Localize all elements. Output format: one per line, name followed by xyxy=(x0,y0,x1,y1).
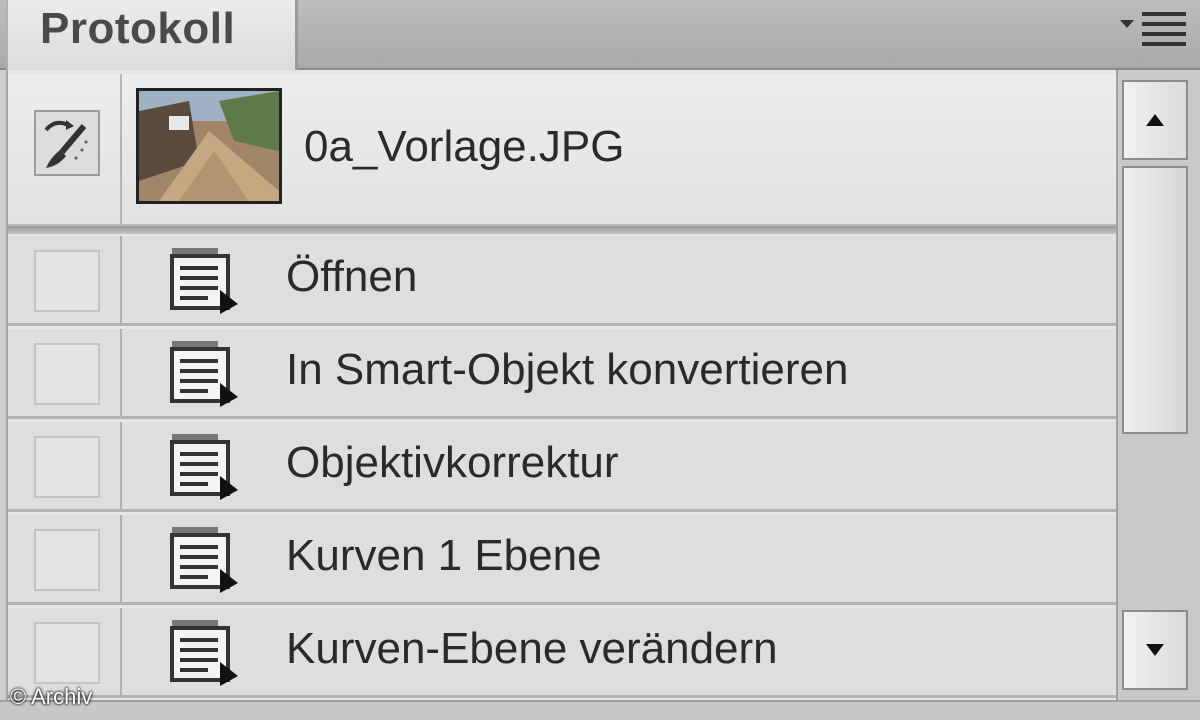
column-divider xyxy=(120,236,122,323)
brush-source-box[interactable] xyxy=(34,343,100,405)
column-divider xyxy=(120,515,122,602)
arrow-up-icon xyxy=(1146,114,1164,126)
snapshot-thumbnail xyxy=(136,88,282,204)
image-credit: © Archiv xyxy=(10,684,93,709)
history-step-label: Öffnen xyxy=(286,252,418,301)
history-step[interactable]: Objektivkorrektur xyxy=(8,422,1118,512)
panel-footer xyxy=(0,700,1200,720)
history-brush-icon xyxy=(44,120,88,168)
history-step-label: Kurven-Ebene verändern xyxy=(286,624,778,673)
history-step[interactable]: Kurven-Ebene verändern xyxy=(8,608,1118,698)
brush-source-box[interactable] xyxy=(34,250,100,312)
column-divider xyxy=(120,74,122,224)
panel-menu-icon[interactable] xyxy=(1116,8,1192,48)
scroll-thumb[interactable] xyxy=(1122,166,1188,434)
history-step[interactable]: Kurven 1 Ebene xyxy=(8,515,1118,605)
brush-source-box[interactable] xyxy=(34,436,100,498)
history-brush-source[interactable] xyxy=(34,110,100,176)
history-state-icon xyxy=(170,341,238,407)
history-step-label: Objektivkorrektur xyxy=(286,438,619,487)
scroll-down-button[interactable] xyxy=(1122,610,1188,690)
history-list: 0a_Vorlage.JPG Öffnen In Smart-Objekt ko… xyxy=(6,70,1118,700)
arrow-down-icon xyxy=(1146,644,1164,656)
scroll-up-button[interactable] xyxy=(1122,80,1188,160)
tab-title: Protokoll xyxy=(40,4,236,53)
history-step[interactable]: In Smart-Objekt konvertieren xyxy=(8,329,1118,419)
snapshot-separator xyxy=(8,226,1118,234)
tab-protokoll[interactable]: Protokoll xyxy=(6,0,298,70)
history-step[interactable]: Öffnen xyxy=(8,236,1118,326)
history-step-label: In Smart-Objekt konvertieren xyxy=(286,345,849,394)
history-state-icon xyxy=(170,527,238,593)
panel-tab-bar: Protokoll xyxy=(0,0,1200,70)
history-panel: Protokoll 0a_Vorlage.JPG Öffnen In Smart… xyxy=(0,0,1200,720)
brush-source-box[interactable] xyxy=(34,622,100,684)
snapshot-label: 0a_Vorlage.JPG xyxy=(304,122,625,171)
history-state-icon xyxy=(170,434,238,500)
history-state-icon xyxy=(170,248,238,314)
column-divider xyxy=(120,329,122,416)
snapshot-row[interactable]: 0a_Vorlage.JPG xyxy=(8,74,1118,226)
column-divider xyxy=(120,608,122,695)
brush-source-box[interactable] xyxy=(34,529,100,591)
column-divider xyxy=(120,422,122,509)
history-state-icon xyxy=(170,620,238,686)
history-step-label: Kurven 1 Ebene xyxy=(286,531,602,580)
vertical-scrollbar[interactable] xyxy=(1116,70,1200,700)
